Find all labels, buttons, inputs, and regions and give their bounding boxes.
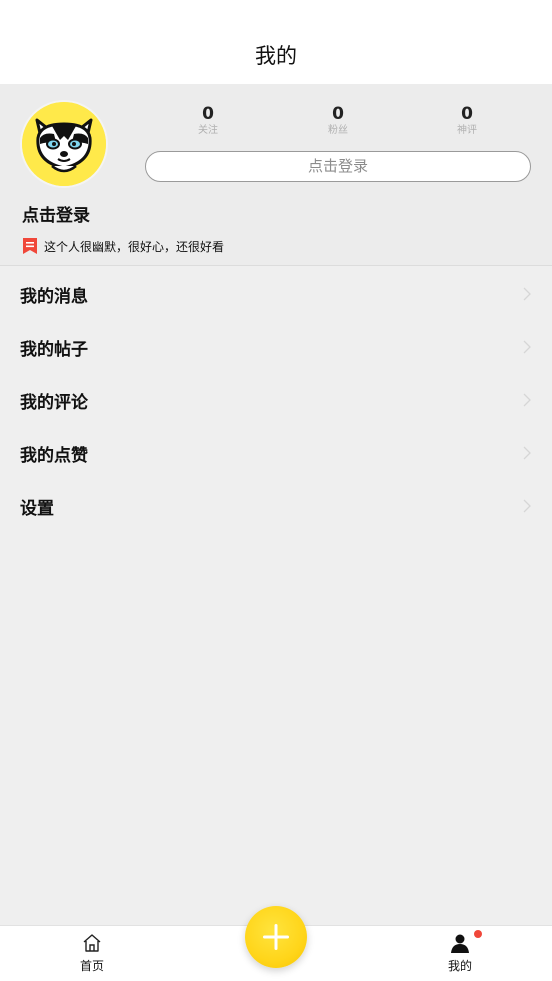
menu-item-label: 我的点赞	[20, 446, 88, 466]
avatar[interactable]	[22, 102, 106, 186]
bio-row: 这个人很幽默，很好心，还很好看	[22, 236, 224, 256]
menu-list: 我的消息 我的帖子 我的评论 我的点赞 设置	[0, 268, 552, 533]
chevron-right-icon	[523, 499, 531, 513]
stat-following[interactable]: 0 关注	[168, 104, 248, 138]
tab-home[interactable]: 首页	[62, 932, 122, 974]
username[interactable]: 点击登录	[22, 201, 90, 226]
tab-label: 我的	[447, 959, 472, 973]
chevron-right-icon	[523, 340, 531, 354]
bio-text: 这个人很幽默，很好心，还很好看	[44, 239, 225, 254]
stat-value: 0	[202, 104, 214, 124]
husky-avatar-icon	[22, 102, 106, 186]
page-title: 我的	[255, 44, 297, 68]
menu-item-label: 设置	[20, 499, 54, 519]
bookmark-icon	[23, 238, 37, 254]
menu-item-posts[interactable]: 我的帖子	[0, 321, 552, 374]
stat-label: 粉丝	[328, 125, 348, 136]
menu-item-messages[interactable]: 我的消息	[0, 268, 552, 321]
add-post-button[interactable]	[245, 906, 307, 968]
stat-label: 关注	[198, 125, 218, 136]
tab-label: 首页	[79, 959, 104, 973]
stat-label: 神评	[457, 125, 477, 136]
stat-top-comments[interactable]: 0 神评	[427, 104, 507, 138]
chevron-right-icon	[523, 393, 531, 407]
person-icon	[451, 934, 469, 953]
chevron-right-icon	[523, 446, 531, 460]
profile-card: 0 关注 0 粉丝 0 神评 点击登录 点击登录 这个人很幽默，很好心，还很好看	[0, 84, 552, 266]
menu-item-likes[interactable]: 我的点赞	[0, 427, 552, 480]
menu-item-settings[interactable]: 设置	[0, 480, 552, 533]
menu-item-label: 我的帖子	[20, 340, 88, 360]
menu-item-label: 我的评论	[20, 393, 88, 413]
notification-dot	[474, 930, 482, 938]
menu-item-comments[interactable]: 我的评论	[0, 374, 552, 427]
stat-value: 0	[332, 104, 344, 124]
stat-fans[interactable]: 0 粉丝	[298, 104, 378, 138]
stats-row: 0 关注 0 粉丝 0 神评	[145, 104, 531, 144]
plus-icon	[263, 924, 289, 950]
stat-value: 0	[461, 104, 473, 124]
home-icon	[83, 934, 101, 952]
chevron-right-icon	[523, 287, 531, 301]
top-bar: 我的	[0, 0, 552, 84]
login-button[interactable]: 点击登录	[145, 151, 531, 182]
menu-item-label: 我的消息	[20, 287, 88, 307]
tab-mine[interactable]: 我的	[430, 932, 490, 974]
